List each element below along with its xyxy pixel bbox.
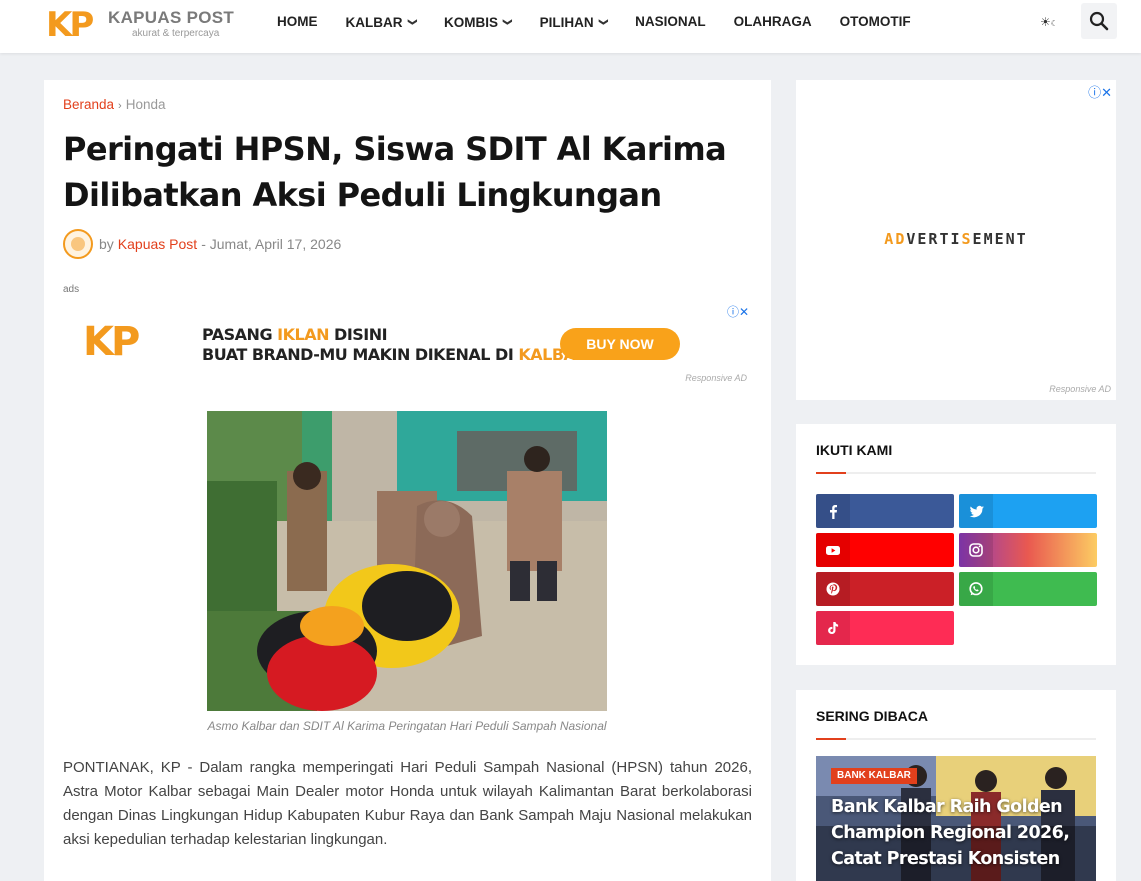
nav-item-home[interactable]: HOME xyxy=(263,0,332,44)
social-button-pinterest[interactable] xyxy=(816,572,954,606)
ad-headline-1: PASANG IKLAN DISINI xyxy=(202,325,388,344)
pinterest-icon xyxy=(816,572,850,606)
logo-tagline: akurat & terpercaya xyxy=(132,28,220,39)
article-card: Beranda › Honda Peringati HPSN, Siswa SDIT… xyxy=(44,80,771,881)
popular-post-title[interactable]: Bank Kalbar Raih Golden Champion Regiona… xyxy=(831,794,1086,872)
ad-logo-mark: KP xyxy=(83,319,140,365)
nav-item-pilihan[interactable]: PILIHAN ❯ xyxy=(526,0,622,44)
follow-widget: IKUTI KAMI xyxy=(796,424,1116,665)
nav-label: OLAHRAGA xyxy=(733,14,812,29)
social-button-youtube[interactable] xyxy=(816,533,954,567)
social-button-twitter[interactable] xyxy=(959,494,1097,528)
nav-item-otomotif[interactable]: OTOMOTIF xyxy=(826,0,925,44)
ad-headline-2: BUAT BRAND-MU MAKIN DIKENAL DI KALBAR xyxy=(202,345,588,364)
adchoices-icon[interactable]: ⓘ✕ xyxy=(727,303,749,320)
author-avatar[interactable] xyxy=(63,229,93,259)
photo-caption: Asmo Kalbar dan SDIT Al Karima Peringata… xyxy=(207,719,607,733)
site-header: KP KAPUAS POST akurat & terpercaya HOME K… xyxy=(0,0,1141,53)
logo-name: KAPUAS POST xyxy=(108,8,235,27)
author-link[interactable]: Kapuas Post xyxy=(118,236,197,252)
whatsapp-icon xyxy=(959,572,993,606)
social-button-tiktok[interactable] xyxy=(816,611,954,645)
widget-divider xyxy=(816,738,1096,740)
popular-post-card[interactable]: BANK KALBAR Bank Kalbar Raih Golden Cham… xyxy=(816,756,1096,881)
adchoices-icon[interactable]: ⓘ✕ xyxy=(1088,82,1112,101)
article-meta: by Kapuas Post - Jumat, April 17, 2026 xyxy=(63,228,341,260)
ads-label: ads xyxy=(63,284,80,295)
nav-item-nasional[interactable]: NASIONAL xyxy=(621,0,720,44)
logo-mark: KP xyxy=(46,5,94,45)
post-date: - Jumat, April 17, 2026 xyxy=(201,236,342,252)
twitter-icon xyxy=(959,494,993,528)
article-photo-image xyxy=(207,411,607,711)
search-icon xyxy=(1089,11,1109,31)
ad-responsive-label: Responsive AD xyxy=(1049,384,1111,394)
youtube-icon xyxy=(816,533,850,567)
tiktok-icon xyxy=(816,611,850,645)
chevron-down-icon: ❯ xyxy=(502,18,513,26)
nav-label: OTOMOTIF xyxy=(839,14,911,29)
social-button-whatsapp[interactable] xyxy=(959,572,1097,606)
main-nav: HOME KALBAR ❯ KOMBIS ❯ PILIHAN ❯ NASIONAL OLAHRA… xyxy=(263,0,925,44)
chevron-right-icon: › xyxy=(118,100,122,112)
category-badge[interactable]: BANK KALBAR xyxy=(831,768,917,784)
nav-label: HOME xyxy=(277,14,318,29)
theme-toggle-icon[interactable]: ☀☾ xyxy=(1033,10,1065,34)
nav-item-kalbar[interactable]: KALBAR ❯ xyxy=(332,0,431,44)
popular-widget: SERING DIBACA BANK KALBAR Bank Kalbar Ra… xyxy=(796,690,1116,881)
article-body: PONTIANAK, KP - Dalam rangka memperingat… xyxy=(63,759,752,848)
ad-banner[interactable]: ⓘ✕ KP PASANG IKLAN DISINI BUAT BRAND-MU … xyxy=(63,301,751,387)
article-title: Peringati HPSN, Siswa SDIT Al Karima Dil… xyxy=(63,130,727,214)
nav-label: NASIONAL xyxy=(635,14,706,29)
nav-item-kombis[interactable]: KOMBIS ❯ xyxy=(430,0,526,44)
widget-title: SERING DIBACA xyxy=(816,708,929,724)
sidebar-ad[interactable]: ⓘ✕ ADVERTISEMENT Responsive AD xyxy=(796,80,1116,400)
site-logo[interactable]: KP KAPUAS POST akurat & terpercaya xyxy=(46,5,256,45)
advertisement-text: ADVERTISEMENT xyxy=(884,230,1028,248)
search-button[interactable] xyxy=(1081,3,1117,39)
by-label: by xyxy=(99,236,114,252)
widget-title: IKUTI KAMI xyxy=(816,442,893,458)
breadcrumb-home-link[interactable]: Beranda xyxy=(63,97,114,112)
social-button-instagram[interactable] xyxy=(959,533,1097,567)
ad-buy-now-button[interactable]: BUY NOW xyxy=(560,328,680,360)
facebook-icon xyxy=(816,494,850,528)
chevron-down-icon: ❯ xyxy=(407,18,418,26)
nav-item-olahraga[interactable]: OLAHRAGA xyxy=(720,0,826,44)
ad-responsive-label: Responsive AD xyxy=(685,373,747,383)
instagram-icon xyxy=(959,533,993,567)
breadcrumb-category-link[interactable]: Honda xyxy=(126,97,166,112)
article-photo[interactable] xyxy=(207,411,607,711)
widget-divider xyxy=(816,472,1096,474)
social-button-facebook[interactable] xyxy=(816,494,954,528)
breadcrumb: Beranda › Honda xyxy=(63,97,166,112)
chevron-down-icon: ❯ xyxy=(598,18,609,26)
